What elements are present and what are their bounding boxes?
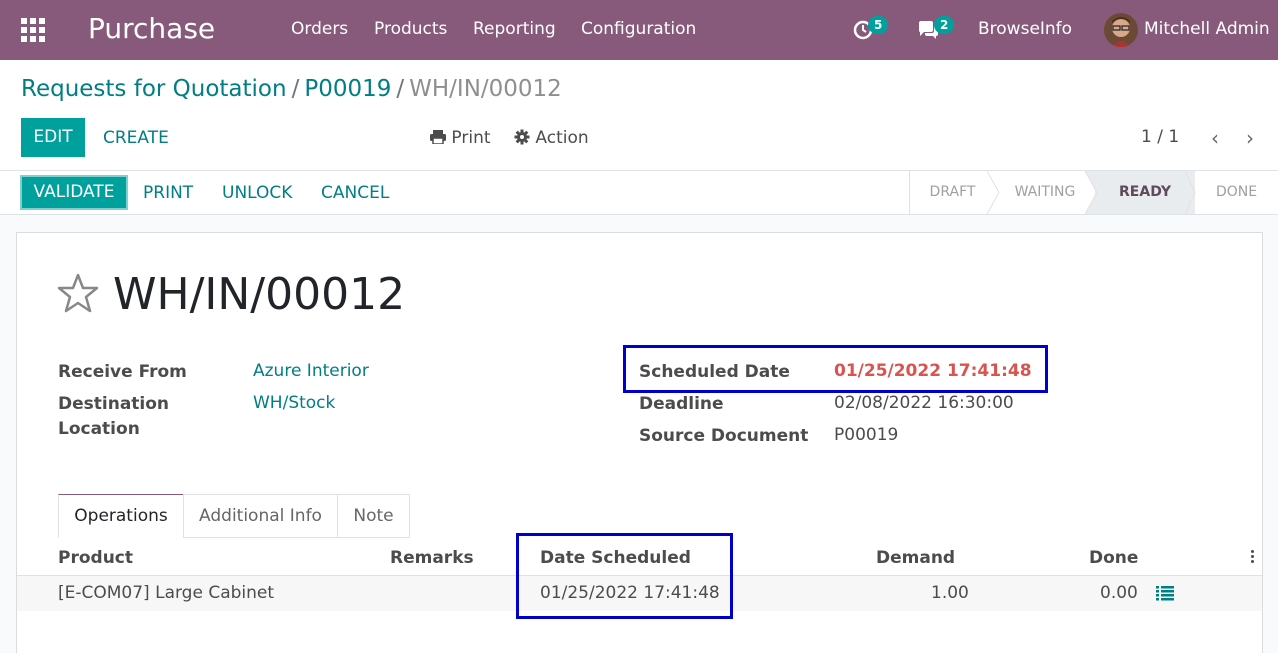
menu-orders[interactable]: Orders xyxy=(291,19,348,39)
column-remarks[interactable]: Remarks xyxy=(390,548,474,568)
breadcrumb-separator: / xyxy=(291,76,300,102)
menu-reporting[interactable]: Reporting xyxy=(473,19,556,39)
breadcrumb: Requests for Quotation / P00019/WH/IN/0001… xyxy=(21,76,562,102)
stage-waiting[interactable]: WAITING xyxy=(995,171,1095,214)
control-panel: Requests for Quotation / P00019/WH/IN/0001… xyxy=(0,60,1278,171)
tab-note[interactable]: Note xyxy=(337,494,410,538)
column-demand[interactable]: Demand xyxy=(876,548,955,568)
cancel-button[interactable]: CANCEL xyxy=(321,183,389,203)
unlock-button[interactable]: UNLOCK xyxy=(222,183,292,203)
company-switcher[interactable]: BrowseInfo xyxy=(978,19,1072,39)
user-menu[interactable]: Mitchell Admin xyxy=(1144,19,1270,39)
deadline-value[interactable]: 02/08/2022 16:30:00 xyxy=(834,393,1014,413)
message-count-badge: 2 xyxy=(934,16,955,34)
top-navbar: Purchase Orders Products Reporting Confi… xyxy=(0,0,1278,60)
demand-cell[interactable]: 1.00 xyxy=(931,583,969,603)
receive-from-value[interactable]: Azure Interior xyxy=(253,361,369,381)
print-button[interactable]: PRINT xyxy=(143,183,193,203)
action-label: Action xyxy=(535,128,589,148)
tab-operations[interactable]: Operations xyxy=(58,494,184,538)
destination-location-value[interactable]: WH/Stock xyxy=(253,393,335,413)
activity-count-badge: 5 xyxy=(868,16,889,34)
pager-previous-button[interactable]: ‹ xyxy=(1205,126,1225,150)
record-title: WH/IN/00012 xyxy=(113,269,406,320)
deadline-label: Deadline xyxy=(639,394,724,414)
menu-products[interactable]: Products xyxy=(374,19,447,39)
form-sheet: WH/IN/00012 Receive From Azure Interior … xyxy=(16,232,1263,653)
validate-button[interactable]: VALIDATE xyxy=(20,175,128,210)
date-scheduled-highlight-box xyxy=(516,533,733,619)
source-document-label: Source Document xyxy=(639,426,809,446)
gear-icon xyxy=(514,129,530,145)
print-menu[interactable]: Print xyxy=(430,128,491,148)
breadcrumb-separator: / xyxy=(396,76,405,102)
pager-next-button[interactable]: › xyxy=(1240,126,1260,150)
stage-ready[interactable]: READY xyxy=(1095,171,1195,214)
product-cell[interactable]: [E-COM07] Large Cabinet xyxy=(58,583,274,603)
stage-done[interactable]: DONE xyxy=(1195,171,1278,214)
print-label: Print xyxy=(451,128,491,148)
menu-configuration[interactable]: Configuration xyxy=(581,19,696,39)
star-icon[interactable] xyxy=(57,273,99,313)
done-cell[interactable]: 0.00 xyxy=(1100,583,1138,603)
app-title[interactable]: Purchase xyxy=(88,12,215,45)
avatar[interactable] xyxy=(1104,13,1138,47)
stage-draft[interactable]: DRAFT xyxy=(910,171,995,214)
apps-grid-icon[interactable] xyxy=(21,18,45,42)
stage-arrow xyxy=(986,171,1000,214)
receive-from-label: Receive From xyxy=(58,362,187,382)
scheduled-date-highlight-box xyxy=(623,345,1048,393)
print-icon xyxy=(430,130,446,145)
pager-value[interactable]: 1 / 1 xyxy=(1141,127,1179,147)
column-done[interactable]: Done xyxy=(1089,548,1138,568)
tab-additional-info[interactable]: Additional Info xyxy=(183,494,338,538)
stage-arrow xyxy=(1085,171,1105,214)
statusbar: VALIDATE PRINT UNLOCK CANCEL DRAFT WAITI… xyxy=(0,171,1278,215)
create-button[interactable]: CREATE xyxy=(103,128,169,148)
action-menu[interactable]: Action xyxy=(514,128,589,148)
destination-location-label: Destination Location xyxy=(58,394,170,439)
breadcrumb-current: WH/IN/00012 xyxy=(409,76,562,102)
kebab-icon[interactable] xyxy=(1251,550,1255,566)
breadcrumb-po-link[interactable]: P00019 xyxy=(304,76,391,102)
detail-list-icon[interactable] xyxy=(1156,585,1174,601)
stage-arrow xyxy=(1185,171,1196,214)
source-document-value[interactable]: P00019 xyxy=(834,425,898,445)
edit-button[interactable]: EDIT xyxy=(21,118,85,157)
column-product[interactable]: Product xyxy=(58,548,133,568)
breadcrumb-rfq-link[interactable]: Requests for Quotation xyxy=(21,76,287,102)
